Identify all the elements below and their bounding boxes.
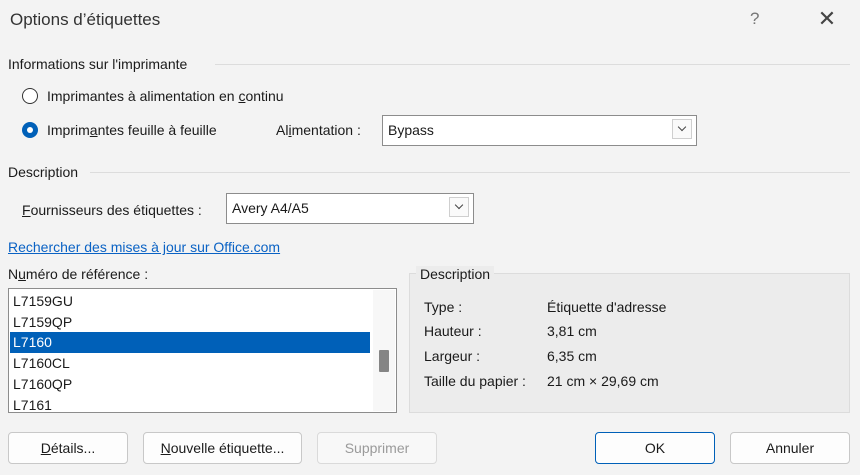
paper-size-value: 21 cm × 29,69 cm: [547, 373, 659, 389]
sheet-feed-radio[interactable]: [22, 122, 38, 138]
type-label: Type :: [424, 299, 463, 315]
chevron-down-icon[interactable]: [449, 197, 469, 217]
label-description-title: Description: [416, 266, 495, 282]
help-icon[interactable]: ?: [750, 9, 759, 29]
list-item-selected[interactable]: L7160: [10, 332, 370, 353]
continuous-feed-label: Imprimantes à alimentation en continu: [47, 88, 284, 104]
list-item[interactable]: L7161: [10, 395, 370, 412]
scrollbar-thumb[interactable]: [379, 350, 389, 372]
printer-group-label: Informations sur l'imprimante: [8, 56, 192, 72]
description-group-divider: [90, 172, 850, 173]
new-label-button[interactable]: Nouvelle étiquette...: [143, 432, 302, 464]
label-description-box: [409, 273, 850, 413]
feed-label: Alimentation :: [276, 122, 361, 138]
width-label: Largeur :: [424, 348, 481, 364]
close-icon[interactable]: ✕: [812, 4, 842, 34]
cancel-button[interactable]: Annuler: [730, 432, 850, 464]
list-item[interactable]: L7160CL: [10, 353, 370, 374]
dialog-title: Options d’étiquettes: [10, 10, 161, 29]
width-value: 6,35 cm: [547, 348, 597, 364]
feed-select[interactable]: Bypass: [382, 115, 697, 146]
feed-select-value: Bypass: [388, 122, 434, 138]
vendor-select[interactable]: Avery A4/A5: [226, 193, 474, 224]
product-number-label: Numéro de référence :: [8, 266, 149, 282]
vendor-select-value: Avery A4/A5: [232, 200, 309, 216]
type-value: Étiquette d'adresse: [547, 299, 667, 315]
paper-size-label: Taille du papier :: [424, 373, 526, 389]
product-number-list[interactable]: L7159GU L7159QP L7160 L7160CL L7160QP L7…: [8, 288, 397, 413]
height-value: 3,81 cm: [547, 323, 597, 339]
list-item[interactable]: L7159GU: [10, 291, 370, 312]
sheet-feed-label: Imprimantes feuille à feuille: [47, 122, 217, 138]
list-item[interactable]: L7159QP: [10, 312, 370, 333]
details-button[interactable]: Détails...: [8, 432, 128, 464]
continuous-feed-radio[interactable]: [22, 88, 38, 104]
delete-button[interactable]: Supprimer: [317, 432, 437, 464]
ok-button[interactable]: OK: [595, 432, 715, 464]
list-scrollbar[interactable]: [373, 290, 395, 411]
chevron-down-icon[interactable]: [672, 119, 692, 139]
printer-group-divider: [215, 64, 850, 65]
list-item[interactable]: L7160QP: [10, 374, 370, 395]
height-label: Hauteur :: [424, 323, 482, 339]
vendor-label: Fournisseurs des étiquettes :: [22, 202, 202, 218]
office-update-link[interactable]: Rechercher des mises à jour sur Office.c…: [8, 239, 280, 255]
description-group-label: Description: [8, 164, 83, 180]
